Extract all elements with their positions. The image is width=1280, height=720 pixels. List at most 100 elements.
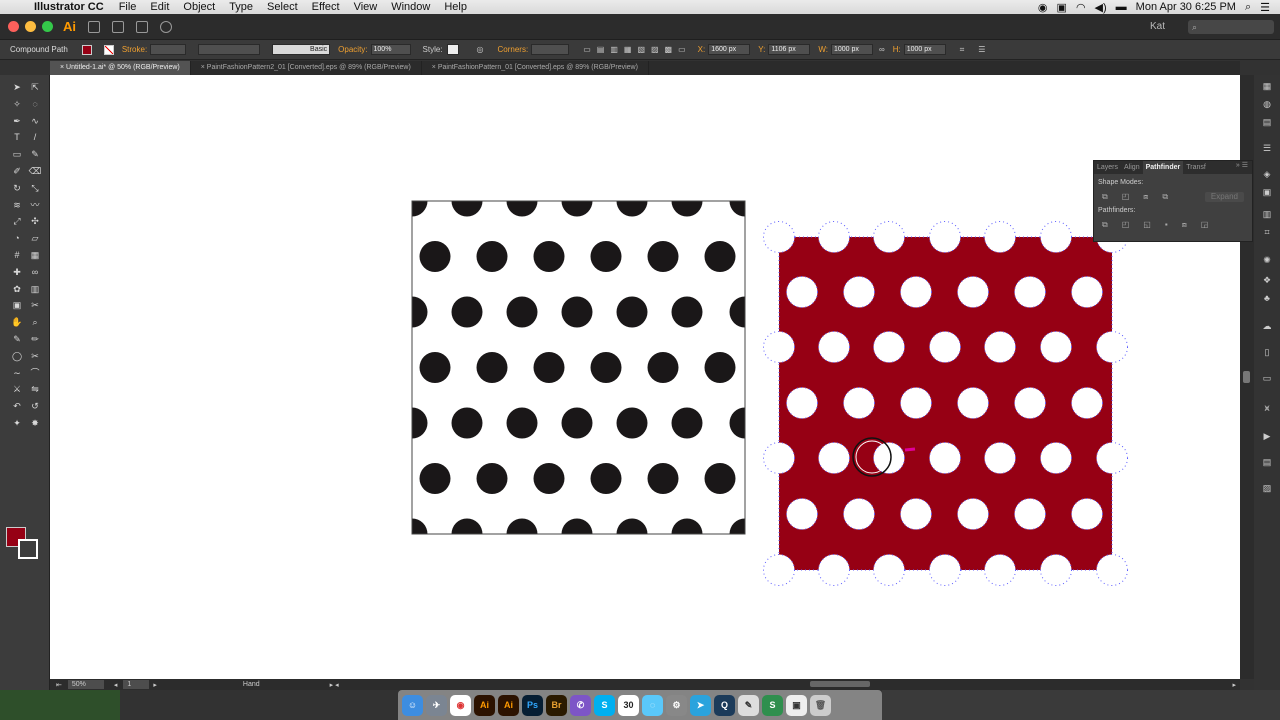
quicktime-icon[interactable]: Q <box>714 694 735 716</box>
outline-icon[interactable]: ⧈ <box>1182 220 1187 230</box>
settings-icon[interactable]: ⚙ <box>666 694 687 716</box>
chrome-icon[interactable]: ◉ <box>450 694 471 716</box>
twirl-tool-icon[interactable]: ↺ <box>28 400 42 412</box>
scissors-tool-icon[interactable]: ✂ <box>28 350 42 362</box>
tab-align[interactable]: Align <box>1121 161 1143 174</box>
crop-icon[interactable]: ▪ <box>1165 220 1168 230</box>
clock-text[interactable]: Mon Apr 30 6:25 PM <box>1136 1 1236 13</box>
paintbrush-tool-icon[interactable]: ✎ <box>28 148 42 160</box>
menu-edit[interactable]: Edit <box>143 1 176 13</box>
pen-tool-icon[interactable]: ✒ <box>10 115 24 127</box>
perspective-icon[interactable]: ⩙ <box>1261 403 1273 413</box>
transform-panel-icon[interactable]: ⌗ <box>1261 227 1273 237</box>
artboard-nav-icon[interactable]: ⇤ <box>56 681 62 689</box>
unite-icon[interactable]: ⧉ <box>1102 192 1108 202</box>
eyedropper-tool-icon[interactable]: ✚ <box>10 266 24 278</box>
dropbox-icon[interactable]: ▣ <box>1057 1 1067 14</box>
stroke-weight-field[interactable] <box>150 44 187 55</box>
type-tool-icon[interactable]: T <box>10 131 24 143</box>
rotate-tool-icon[interactable]: ↻ <box>10 182 24 194</box>
viber-icon[interactable]: ✆ <box>570 694 591 716</box>
tab-pattern2[interactable]: × PaintFashionPattern2_01 [Converted].ep… <box>191 61 422 75</box>
minus-front-icon[interactable]: ◰ <box>1122 192 1130 202</box>
expand-button[interactable]: Expand <box>1204 192 1244 202</box>
y-field[interactable]: 1106 px <box>768 44 811 55</box>
bloat-tool-icon[interactable]: ✸ <box>28 417 42 429</box>
fill-swatch[interactable] <box>81 44 92 55</box>
eraser-tool-icon[interactable]: ⌫ <box>28 165 42 177</box>
corners-label[interactable]: Corners: <box>498 45 529 54</box>
divide-icon[interactable]: ⧉ <box>1102 220 1108 230</box>
gradient-icon[interactable]: ▨ <box>1261 483 1273 493</box>
intersect-icon[interactable]: ⧈ <box>1143 192 1148 202</box>
constrain-link-icon[interactable]: ∞ <box>879 45 885 54</box>
menu-view[interactable]: View <box>347 1 385 13</box>
recolor-artwork-icon[interactable]: ◎ <box>477 45 484 54</box>
menu-type[interactable]: Type <box>222 1 260 13</box>
zoom-window-button[interactable] <box>42 21 53 32</box>
artboard-tool-icon[interactable]: ▣ <box>10 299 24 311</box>
wifi-icon[interactable]: ◠ <box>1076 1 1086 14</box>
blob-brush-tool-icon[interactable]: ✎ <box>10 333 24 345</box>
finder-icon[interactable]: ☺ <box>402 694 423 716</box>
w-field[interactable]: 1000 px <box>831 44 873 55</box>
artboards-icon[interactable]: ▣ <box>1261 187 1273 197</box>
pathfinder-icon[interactable]: ▥ <box>1261 209 1273 219</box>
zoom-select[interactable]: 50% <box>67 680 104 689</box>
warp-tool-icon[interactable]: 〰 <box>28 199 42 211</box>
corners-field[interactable] <box>531 44 570 55</box>
direct-selection-tool-icon[interactable]: ⇱ <box>28 81 42 93</box>
menu-effect[interactable]: Effect <box>305 1 347 13</box>
width-tool-icon[interactable]: ≋ <box>10 199 24 211</box>
knife-tool-icon[interactable]: ⚔ <box>10 383 24 395</box>
volume-icon[interactable]: ◀) <box>1095 1 1107 14</box>
next-artboard-icon[interactable]: ▸ <box>153 681 157 689</box>
color-icon[interactable]: ◍ <box>1261 99 1273 109</box>
mesh-tool-icon[interactable]: # <box>10 249 24 261</box>
swatches-icon[interactable]: ▤ <box>1261 117 1273 127</box>
control-center-icon[interactable]: ☰ <box>1260 1 1270 14</box>
style-swatch[interactable] <box>446 44 459 55</box>
reflect-tool-icon[interactable]: ⇋ <box>28 383 42 395</box>
brush-select[interactable]: Basic <box>272 44 331 55</box>
x-field[interactable]: 1600 px <box>708 44 751 55</box>
layers-icon[interactable]: ◈ <box>1261 169 1273 179</box>
red-tile[interactable] <box>778 236 1113 571</box>
vertical-scroll-thumb[interactable] <box>1243 371 1250 383</box>
app-menu[interactable]: Illustrator CC <box>30 1 112 13</box>
tab-transform[interactable]: Transf <box>1183 161 1209 174</box>
properties-icon[interactable]: ▦ <box>1261 81 1273 91</box>
stroke-color-swatch[interactable] <box>18 539 38 559</box>
blend-tool-icon[interactable]: ∞ <box>28 266 42 278</box>
ui-icon[interactable]: S <box>762 694 783 716</box>
spotlight-icon[interactable]: ⌕ <box>1245 1 1251 14</box>
shaper-tool-icon[interactable]: ✐ <box>10 165 24 177</box>
prev-artboard-icon[interactable]: ◂ <box>114 681 118 689</box>
menu-object[interactable]: Object <box>176 1 222 13</box>
control-menu-icon[interactable]: ☰ <box>978 45 985 54</box>
tab-layers[interactable]: Layers <box>1094 161 1121 174</box>
symbols-icon[interactable]: ♣ <box>1261 293 1273 303</box>
stroke-none-swatch[interactable] <box>103 44 114 55</box>
graphic-styles-icon[interactable]: ❖ <box>1261 275 1273 285</box>
horizontal-scroll-thumb[interactable] <box>810 681 870 687</box>
smooth-tool-icon[interactable]: ∼ <box>10 367 24 379</box>
menu-window[interactable]: Window <box>384 1 437 13</box>
magic-wand-tool-icon[interactable]: ✧ <box>10 98 24 110</box>
lasso-tool-icon[interactable]: ◌ <box>28 98 42 110</box>
bridge-button[interactable] <box>88 20 100 33</box>
trim-icon[interactable]: ◰ <box>1122 220 1130 230</box>
actions-icon[interactable]: ▶ <box>1261 431 1273 441</box>
minus-back-icon[interactable]: ◲ <box>1201 220 1209 230</box>
brushes-icon[interactable]: ☰ <box>1261 143 1273 153</box>
exclude-icon[interactable]: ⧉ <box>1162 192 1168 202</box>
scale-tool-icon[interactable]: ⤡ <box>28 182 42 194</box>
selection-tool-icon[interactable]: ➤ <box>10 81 24 93</box>
flag-icon[interactable]: ▬ <box>1116 1 1127 13</box>
search-stock-input[interactable]: ⌕ <box>1188 20 1274 34</box>
minimize-window-button[interactable] <box>25 21 36 32</box>
zoom-tool-icon[interactable]: ⌕ <box>28 316 42 328</box>
tab-pattern[interactable]: × PaintFashionPattern_01 [Converted].eps… <box>422 61 649 75</box>
style-label[interactable]: Style: <box>423 45 443 54</box>
gradient-tool-icon[interactable]: ▦ <box>28 249 42 261</box>
